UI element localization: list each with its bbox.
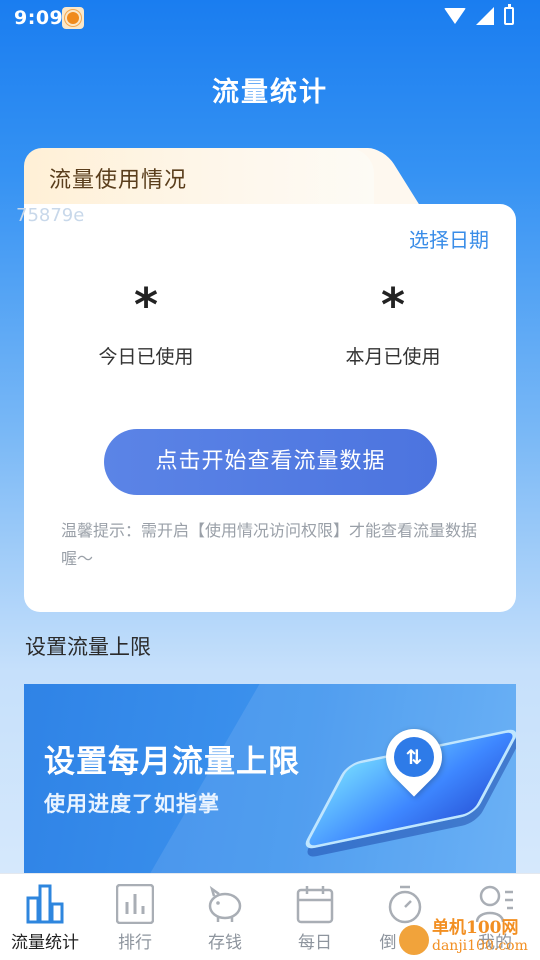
banner-subline: 使用进度了如指掌 <box>44 792 220 816</box>
permission-tip: 温馨提示：需开启【使用情况访问权限】才能查看流量数据喔～ <box>61 521 478 568</box>
tab-label: 排行 <box>118 933 152 953</box>
tab-daily[interactable]: 每日 <box>270 874 360 960</box>
piggy-bank-icon <box>208 885 242 922</box>
ranking-icon <box>116 884 154 924</box>
month-usage: * 本月已使用 <box>293 282 493 369</box>
tab-label: 每日 <box>298 933 332 953</box>
tab-label: 流量统计 <box>11 933 79 953</box>
select-date-link[interactable]: 选择日期 <box>409 224 489 253</box>
today-usage-value: * <box>133 278 159 332</box>
stopwatch-icon <box>388 885 422 924</box>
tab-label: 存钱 <box>208 933 242 953</box>
page-title: 流量统计 <box>212 77 328 108</box>
banner-headline: 设置每月流量上限 <box>44 744 300 780</box>
usage-card-body: 选择日期 * 今日已使用 * 本月已使用 点击开始查看流量数据 温馨提示：需开启… <box>24 204 516 612</box>
tab-ranking[interactable]: 排行 <box>90 874 180 960</box>
status-bar: 9:09 <box>0 0 540 36</box>
battery-icon <box>504 4 514 25</box>
data-transfer-icon: ⇅ <box>394 737 434 777</box>
status-time: 9:09 <box>14 7 64 29</box>
today-usage: * 今日已使用 <box>46 282 246 369</box>
month-usage-label: 本月已使用 <box>345 346 441 368</box>
limit-section-title: 设置流量上限 <box>25 635 151 659</box>
tab-savings[interactable]: 存钱 <box>180 874 270 960</box>
watermark-logo-url: danji100.com <box>432 938 528 954</box>
view-data-button[interactable]: 点击开始查看流量数据 <box>104 429 437 495</box>
watermark-logo-main: 单机100网 <box>432 918 519 938</box>
card-tab-label: 流量使用情况 <box>49 168 188 193</box>
usage-card: 流量使用情况 选择日期 * 今日已使用 * 本月已使用 点击开始查看流量数据 温… <box>24 148 516 612</box>
month-usage-value: * <box>380 278 406 332</box>
status-icons <box>444 4 514 25</box>
today-usage-label: 今日已使用 <box>98 346 194 368</box>
bar-chart-icon <box>26 884 64 924</box>
wifi-icon <box>444 8 466 24</box>
calendar-icon <box>296 886 334 924</box>
set-limit-banner[interactable]: 设置每月流量上限 使用进度了如指掌 ⇅ <box>24 684 516 874</box>
watermark-logo-icon <box>396 922 432 958</box>
cell-signal-icon <box>476 7 494 25</box>
watermark-text: 75879e <box>16 205 85 226</box>
watermark-logo: 单机100网 danji100.com <box>432 918 540 958</box>
weather-notification-icon <box>62 7 84 29</box>
tab-traffic-stats[interactable]: 流量统计 <box>0 874 90 960</box>
